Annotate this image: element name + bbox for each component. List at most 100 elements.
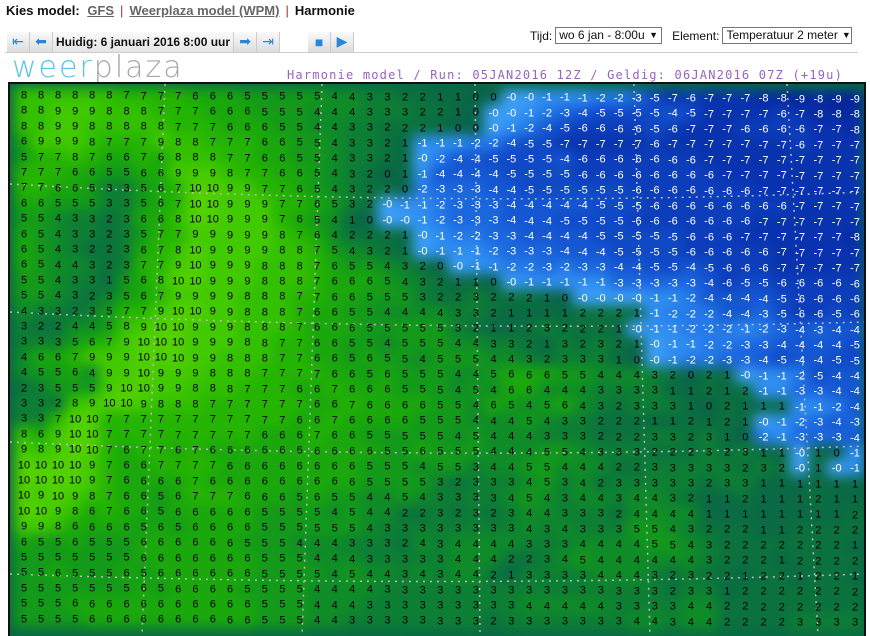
temperature-value: 5 bbox=[419, 322, 426, 335]
temperature-value: 8 bbox=[261, 337, 268, 350]
temperature-value: 5 bbox=[472, 430, 479, 443]
temperature-value: 6 bbox=[175, 444, 182, 457]
temperature-value: 9 bbox=[192, 352, 199, 365]
temperature-value: 6 bbox=[314, 321, 321, 334]
temperature-value: 4 bbox=[490, 384, 497, 397]
previous-frame-icon[interactable]: ⬅ bbox=[30, 31, 53, 52]
temperature-value: 7 bbox=[123, 413, 130, 426]
temperature-value: -1 bbox=[595, 276, 606, 289]
weerplaza-logo[interactable]: weerplaza bbox=[12, 50, 184, 85]
temperature-value: 3 bbox=[349, 614, 356, 627]
temperature-value: -5 bbox=[613, 215, 624, 228]
temperature-value: 2 bbox=[669, 569, 676, 582]
temperature-value: 5 bbox=[244, 90, 251, 103]
temperature-value: -1 bbox=[776, 385, 787, 398]
temperature-value: 4 bbox=[579, 600, 586, 613]
temperature-value: 1 bbox=[401, 245, 409, 258]
temperature-value: 6 bbox=[209, 90, 216, 103]
model-link-gfs[interactable]: GFS bbox=[87, 3, 114, 18]
temperature-value: -4 bbox=[776, 339, 787, 352]
temperature-value: 4 bbox=[419, 353, 426, 366]
temperature-value: 3 bbox=[651, 569, 658, 582]
temperature-value: -1 bbox=[667, 323, 678, 336]
temperature-value: 4 bbox=[331, 229, 338, 242]
temperature-value: -7 bbox=[850, 262, 860, 275]
temperature-value: 2 bbox=[526, 338, 533, 351]
temperature-value: 6 bbox=[192, 536, 199, 549]
play-icon[interactable]: ▶ bbox=[331, 31, 355, 52]
temperature-value: 7 bbox=[331, 383, 338, 396]
temperature-value: -2 bbox=[686, 292, 696, 305]
temperature-value: 2 bbox=[851, 509, 859, 522]
temperature-value: -7 bbox=[560, 138, 570, 151]
temperature-value: 8 bbox=[261, 352, 268, 365]
temperature-value: 5 bbox=[651, 538, 658, 551]
temperature-value: 9 bbox=[227, 213, 234, 226]
temperature-value: 7 bbox=[296, 337, 303, 350]
temperature-value: 3 bbox=[401, 584, 409, 597]
temperature-value: 2 bbox=[778, 570, 785, 583]
temperature-value: 4 bbox=[633, 369, 640, 382]
temperature-value: 5 bbox=[279, 583, 286, 596]
temperature-value: -7 bbox=[776, 216, 787, 229]
temperature-value: 4 bbox=[54, 212, 62, 225]
next-frame-icon[interactable]: ➡ bbox=[234, 31, 258, 52]
temperature-value: -7 bbox=[667, 138, 678, 151]
temperature-value: -8 bbox=[850, 108, 860, 121]
temperature-value: -2 bbox=[524, 122, 535, 135]
temperature-value: 9 bbox=[106, 367, 113, 380]
temperature-value: 4 bbox=[419, 537, 426, 550]
temperature-value: 9 bbox=[244, 213, 251, 226]
temperature-value: 1 bbox=[815, 478, 822, 491]
temperature-value: 3 bbox=[543, 538, 551, 551]
temperature-value: 7 bbox=[296, 306, 303, 319]
temperature-value: -4 bbox=[740, 308, 751, 321]
temperature-value: -1 bbox=[453, 245, 463, 258]
temperature-value: 6 bbox=[401, 414, 409, 427]
temperature-value: 6 bbox=[192, 506, 199, 519]
temperature-value: 5 bbox=[349, 506, 356, 519]
temperature-value: 5 bbox=[140, 228, 147, 241]
temperature-value: 9 bbox=[20, 520, 28, 533]
temperature-value: 3 bbox=[89, 259, 96, 272]
last-frame-icon[interactable]: ⇥ bbox=[257, 31, 281, 52]
temperature-value: 3 bbox=[123, 228, 130, 241]
temperature-value: 6 bbox=[261, 121, 268, 134]
temperature-value: 9 bbox=[192, 336, 199, 349]
temperature-value: 8 bbox=[37, 89, 45, 102]
temperature-value: -1 bbox=[417, 137, 428, 150]
element-select[interactable]: Temperatuur 2 meter ▼ bbox=[722, 27, 852, 44]
temperature-value: 2 bbox=[455, 507, 462, 520]
temperature-value: -5 bbox=[649, 230, 660, 243]
temperature-value: -3 bbox=[740, 354, 751, 367]
temperature-map[interactable]: 8 8 8 8 8 8 7 7 7 7 6 6 6 5 5 5 5 5 4 4 3 3 2 2 1 1 0 0 -0 -0 -1 -1 -1 -2… bbox=[8, 82, 866, 636]
temperature-value: -7 bbox=[813, 139, 824, 152]
temperature-value: 8 bbox=[20, 120, 28, 133]
temperature-value: 2 bbox=[742, 585, 749, 598]
temperature-value: 2 bbox=[615, 400, 622, 413]
temperature-value: 5 bbox=[296, 90, 303, 103]
temperature-value: -0 bbox=[795, 462, 805, 475]
temperature-value: 5 bbox=[543, 476, 551, 489]
temperature-value: 8 bbox=[175, 136, 182, 149]
stop-icon[interactable]: ■ bbox=[308, 31, 332, 52]
model-link-wpm[interactable]: Weerplaza model (WPM) bbox=[129, 3, 279, 18]
temperature-value: -4 bbox=[524, 199, 535, 212]
first-frame-icon[interactable]: ⇤ bbox=[7, 31, 30, 52]
temperature-value: -2 bbox=[722, 323, 733, 336]
temperature-value: -3 bbox=[795, 385, 805, 398]
temperature-value: 9 bbox=[227, 290, 234, 303]
tijd-select[interactable]: wo 6 jan - 8:00u ▼ bbox=[555, 27, 663, 44]
temperature-value: -0 bbox=[506, 276, 517, 289]
temperature-value: 6 bbox=[157, 213, 164, 226]
temperature-value: -6 bbox=[613, 123, 624, 136]
temperature-value: 2 bbox=[437, 276, 444, 289]
temperature-value: -3 bbox=[506, 245, 517, 258]
temperature-value: 3 bbox=[508, 476, 515, 489]
temperature-value: 6 bbox=[106, 151, 113, 164]
temperature-value: 3 bbox=[526, 538, 533, 551]
temperature-value: 7 bbox=[175, 429, 182, 442]
temperature-value: 5 bbox=[349, 337, 356, 350]
temperature-value: 4 bbox=[331, 183, 338, 196]
temperature-value: -0 bbox=[400, 214, 410, 227]
